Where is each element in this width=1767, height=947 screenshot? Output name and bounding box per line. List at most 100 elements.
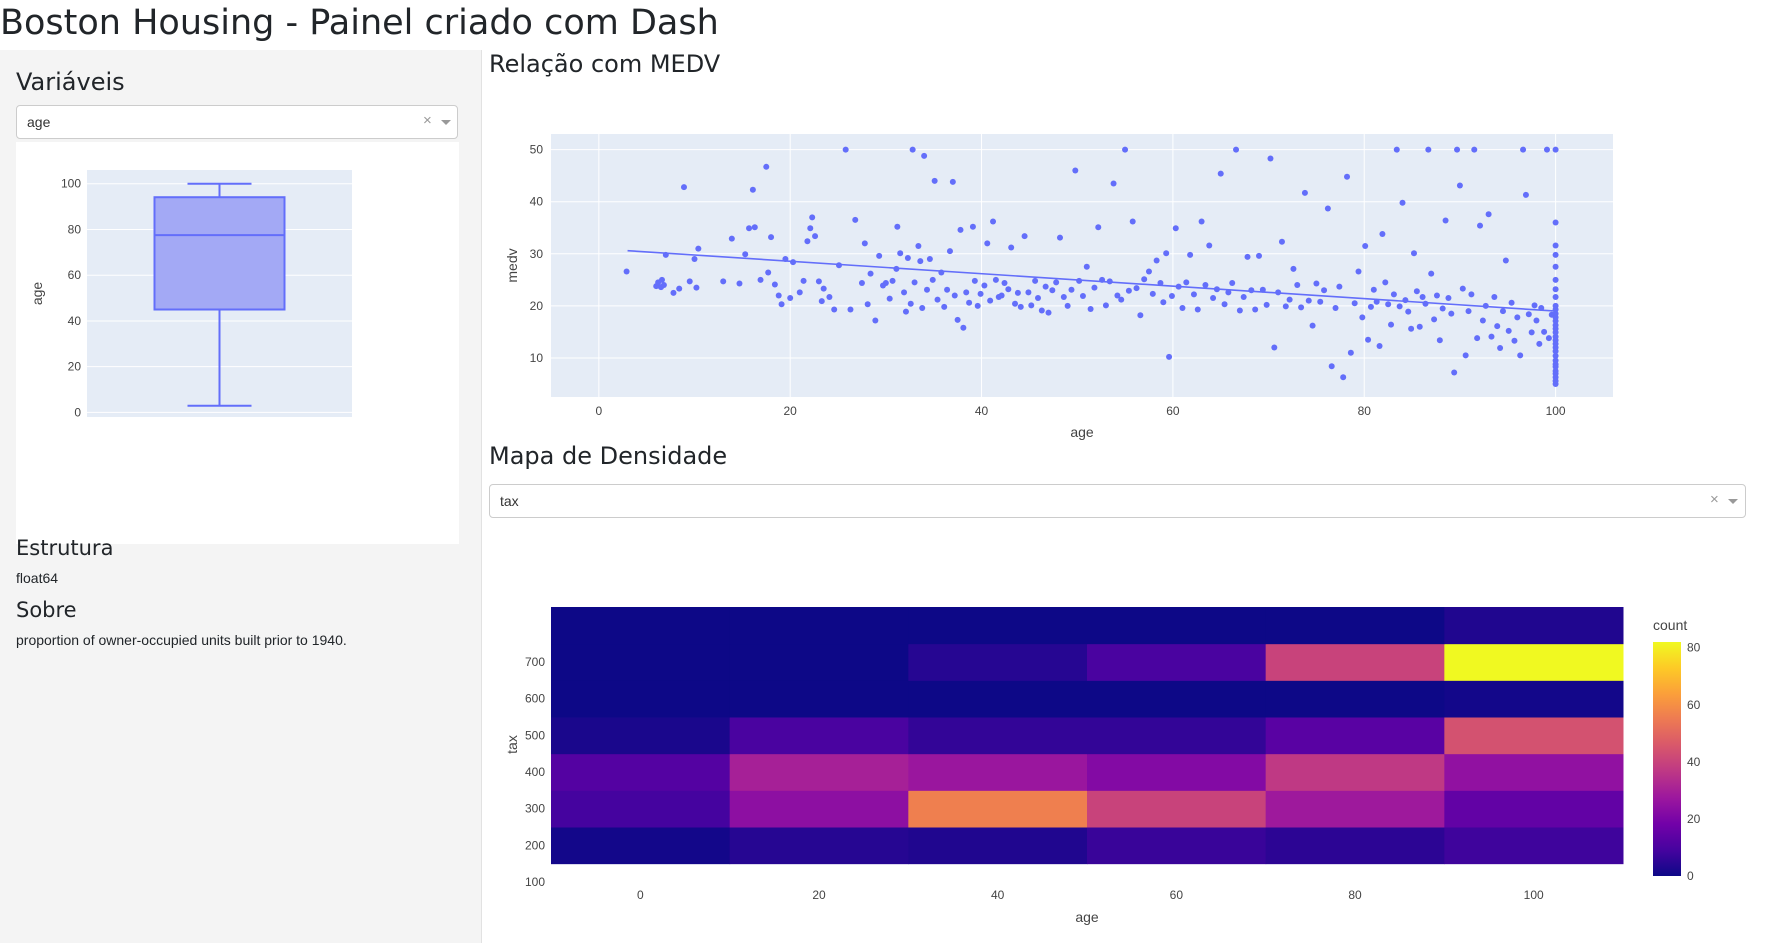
x-tick-label: 100	[1546, 404, 1566, 418]
variable-dropdown[interactable]: age ×	[16, 105, 458, 139]
data-point	[720, 278, 727, 285]
data-point	[902, 308, 909, 315]
data-point	[1145, 268, 1152, 275]
sidebar: Variáveis age × 0 20 40 60 80 100 age Estrutur…	[0, 50, 482, 943]
data-point	[820, 285, 827, 292]
data-point	[728, 235, 735, 242]
data-point	[1428, 270, 1435, 277]
clear-icon[interactable]: ×	[423, 112, 432, 129]
heatmap-cell	[729, 753, 909, 791]
data-point	[1064, 302, 1071, 309]
heatmap-cell	[551, 790, 731, 828]
heatmap-cell	[1444, 753, 1624, 791]
data-point	[1014, 289, 1021, 296]
heatmap-cell	[1444, 607, 1624, 645]
data-point	[1278, 238, 1285, 245]
y-tick-label: 60	[68, 268, 82, 282]
data-point	[987, 297, 994, 304]
data-point	[1439, 305, 1446, 312]
data-point	[742, 251, 749, 258]
data-point	[992, 276, 999, 283]
about-text: proportion of owner-occupied units built…	[16, 632, 347, 648]
data-point	[1543, 146, 1550, 153]
data-point	[686, 278, 693, 285]
y-tick-label: 40	[68, 314, 82, 328]
data-point	[1465, 308, 1472, 315]
data-point	[676, 285, 683, 292]
data-point	[1317, 298, 1324, 305]
data-point	[1206, 242, 1213, 249]
data-point	[1017, 303, 1024, 310]
data-point	[1294, 282, 1301, 289]
data-point	[1479, 317, 1486, 324]
data-point	[800, 277, 807, 284]
y-tick-label: 40	[530, 195, 544, 209]
data-point	[1309, 322, 1316, 329]
chevron-down-icon[interactable]	[1728, 499, 1738, 504]
scatter-heading: Relação com MEDV	[489, 50, 721, 78]
colorbar-tick-label: 60	[1687, 698, 1701, 712]
heatmap-cell	[551, 827, 731, 865]
data-point	[1459, 285, 1466, 292]
data-point	[1370, 286, 1377, 293]
chevron-down-icon[interactable]	[441, 120, 451, 125]
heatmap-cell	[551, 753, 731, 791]
x-tick-label: 40	[991, 888, 1005, 902]
data-point	[858, 279, 865, 286]
heatmap-cell	[551, 643, 731, 681]
box-plot[interactable]: 0 20 40 60 80 100 age	[16, 142, 459, 544]
heatmap-cell	[1444, 790, 1624, 828]
y-tick-label: 10	[530, 351, 544, 365]
scatter-chart-container: 0 20 40 60 80 100 10 20 30 40 50 age medv	[489, 100, 1759, 459]
data-point	[929, 276, 936, 283]
heatmap-cell	[1265, 643, 1445, 681]
data-point	[751, 224, 758, 231]
density-heatmap[interactable]: 0 20 40 60 80 100100200300400500600700agetaxc…	[489, 580, 1759, 943]
x-tick-label: 0	[637, 888, 644, 902]
data-point	[1091, 284, 1098, 291]
data-point	[1332, 304, 1339, 311]
data-point	[771, 281, 778, 288]
heatmap-cell	[908, 680, 1088, 718]
scatter-chart[interactable]: 0 20 40 60 80 100 10 20 30 40 50 age medv	[489, 100, 1759, 455]
data-point	[1328, 363, 1335, 370]
data-point	[1494, 323, 1501, 330]
clear-icon[interactable]: ×	[1710, 491, 1719, 508]
data-point	[812, 233, 819, 240]
data-point	[1001, 279, 1008, 286]
heatmap-cell	[1087, 827, 1267, 865]
data-point	[1456, 182, 1463, 189]
data-point	[1379, 230, 1386, 237]
data-point	[1236, 307, 1243, 314]
data-point	[695, 245, 702, 252]
colorbar-title: count	[1653, 617, 1687, 633]
y-tick-label: 20	[530, 299, 544, 313]
data-point	[787, 295, 794, 302]
data-point	[969, 223, 976, 230]
data-point	[1491, 294, 1498, 301]
data-point	[954, 316, 961, 323]
data-point	[1244, 253, 1251, 260]
colorbar-tick-label: 20	[1687, 812, 1701, 826]
data-point	[872, 317, 879, 324]
y-tick-label: 200	[525, 838, 545, 852]
y-tick-label: 50	[530, 143, 544, 157]
data-point	[1396, 303, 1403, 310]
data-point	[1072, 167, 1079, 174]
data-point	[1340, 374, 1347, 381]
heatmap-cell	[1265, 790, 1445, 828]
data-point	[1122, 146, 1129, 153]
data-point	[1351, 300, 1358, 307]
density-variable-dropdown[interactable]: tax ×	[489, 484, 1746, 518]
data-point	[876, 252, 883, 259]
data-point	[1385, 301, 1392, 308]
data-point	[768, 234, 775, 241]
data-point	[934, 296, 941, 303]
y-tick-label: 30	[530, 247, 544, 261]
data-point	[778, 301, 785, 308]
data-point	[1290, 265, 1297, 272]
colorbar-tick-label: 80	[1687, 641, 1701, 655]
data-point	[807, 225, 814, 232]
heatmap-cell	[908, 790, 1088, 828]
data-point	[1545, 335, 1552, 342]
